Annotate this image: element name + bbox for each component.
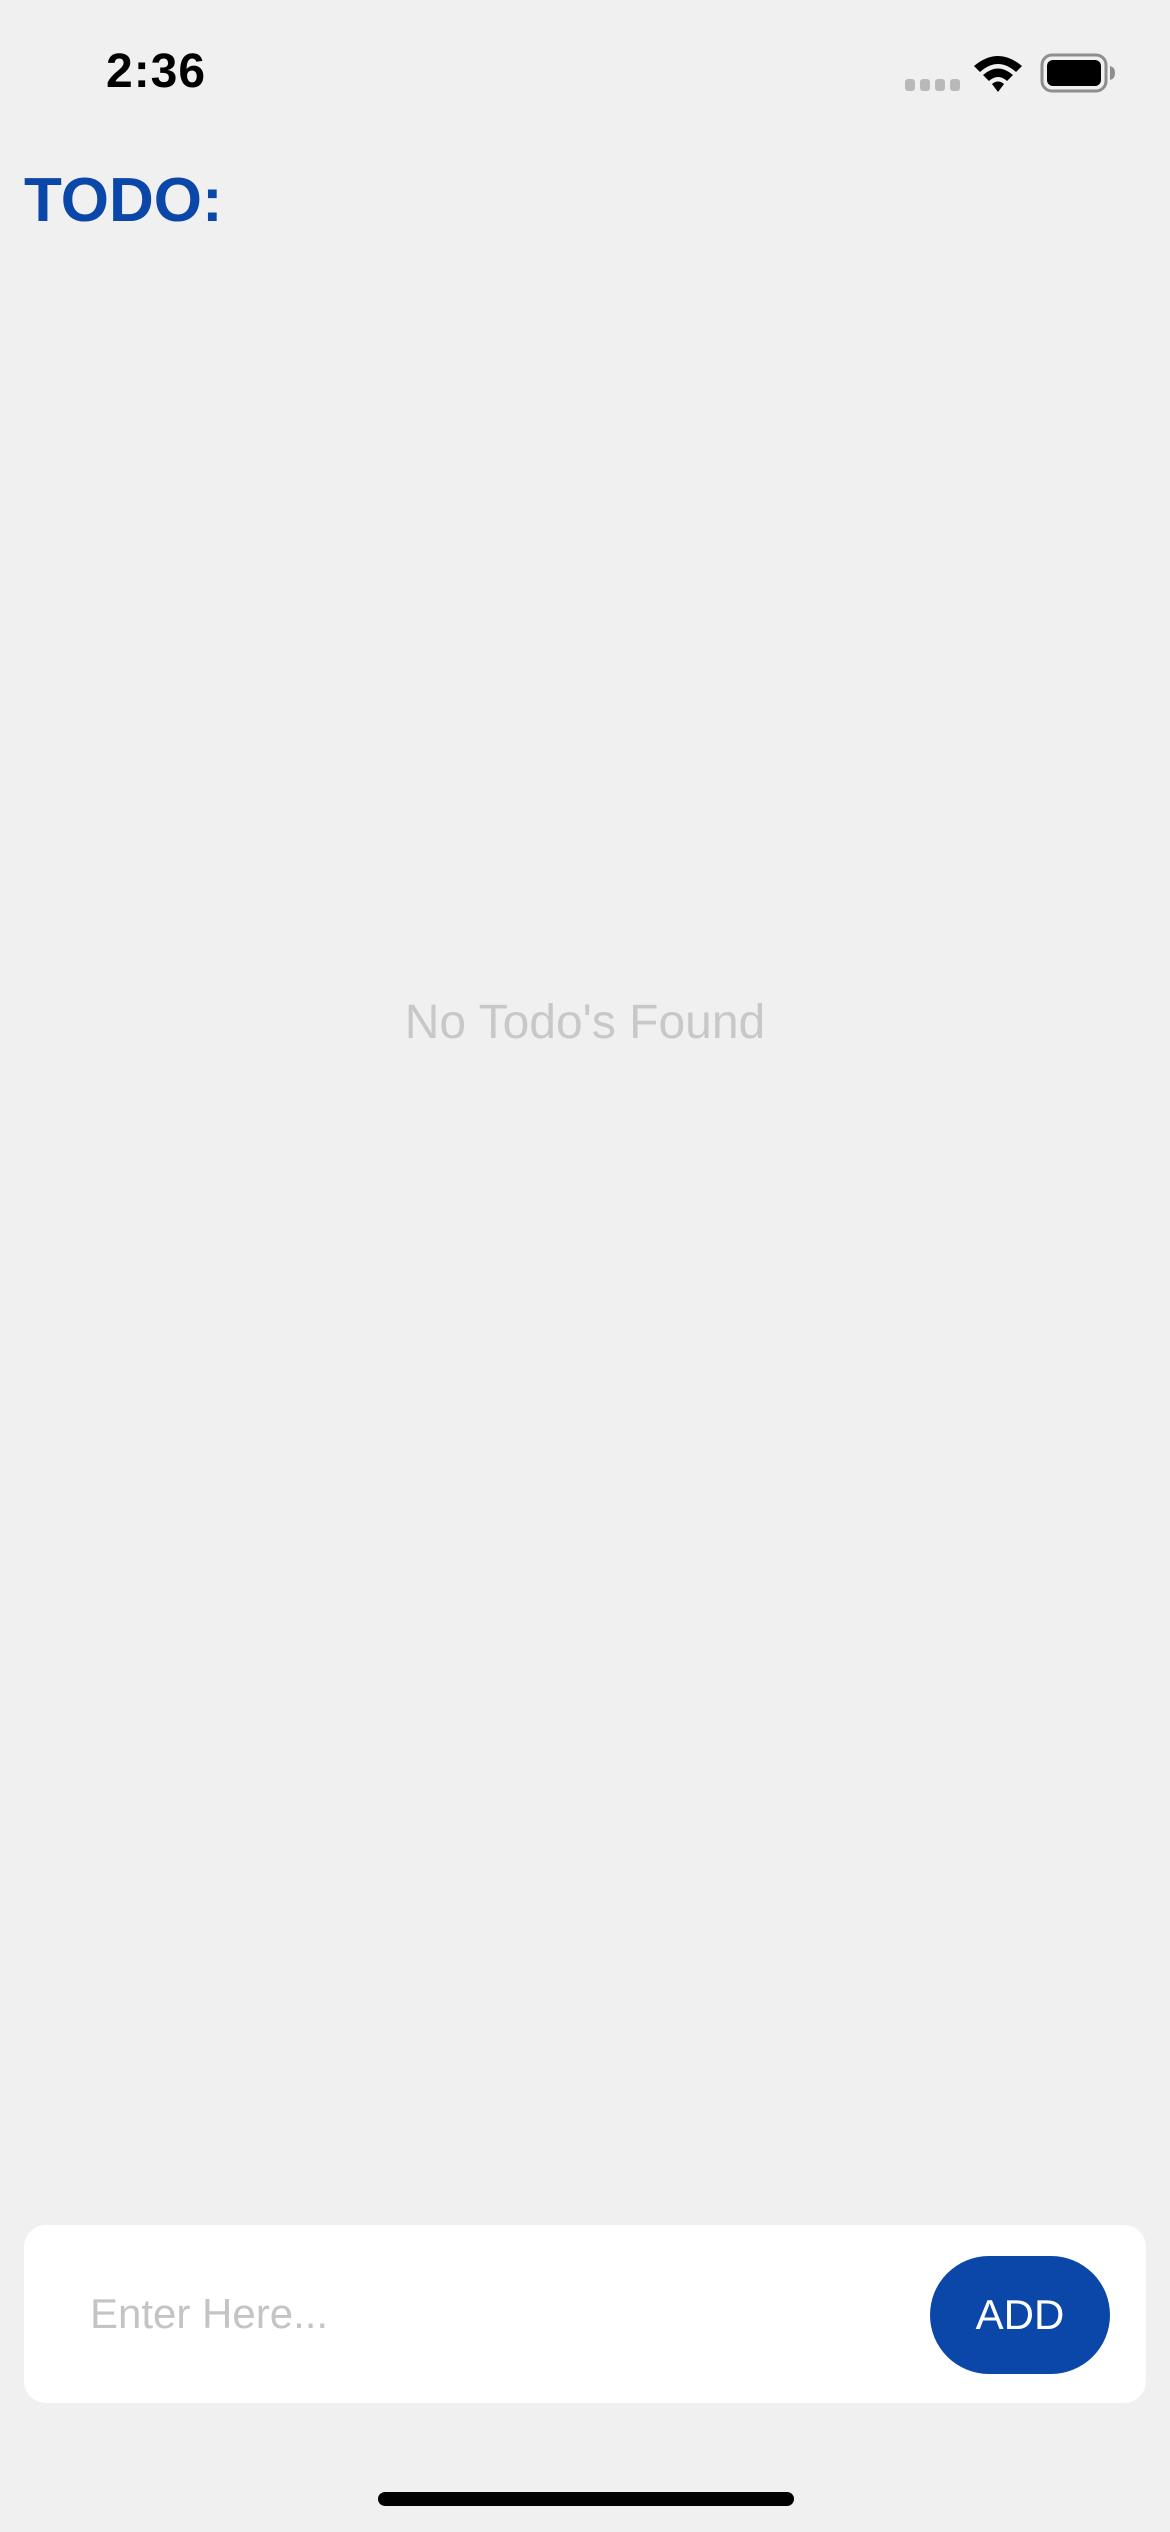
add-todo-panel: ADD	[24, 2225, 1146, 2403]
todo-input[interactable]	[90, 2271, 890, 2357]
wifi-icon	[970, 52, 1026, 96]
status-time: 2:36	[106, 45, 207, 98]
home-indicator	[378, 2492, 794, 2506]
battery-icon	[1040, 53, 1116, 93]
empty-state-message: No Todo's Found	[404, 996, 766, 1049]
add-button[interactable]: ADD	[930, 2256, 1110, 2374]
page-title: TODO:	[24, 166, 223, 235]
status-bar: 2:36	[0, 0, 1170, 140]
signal-icon	[905, 79, 961, 93]
